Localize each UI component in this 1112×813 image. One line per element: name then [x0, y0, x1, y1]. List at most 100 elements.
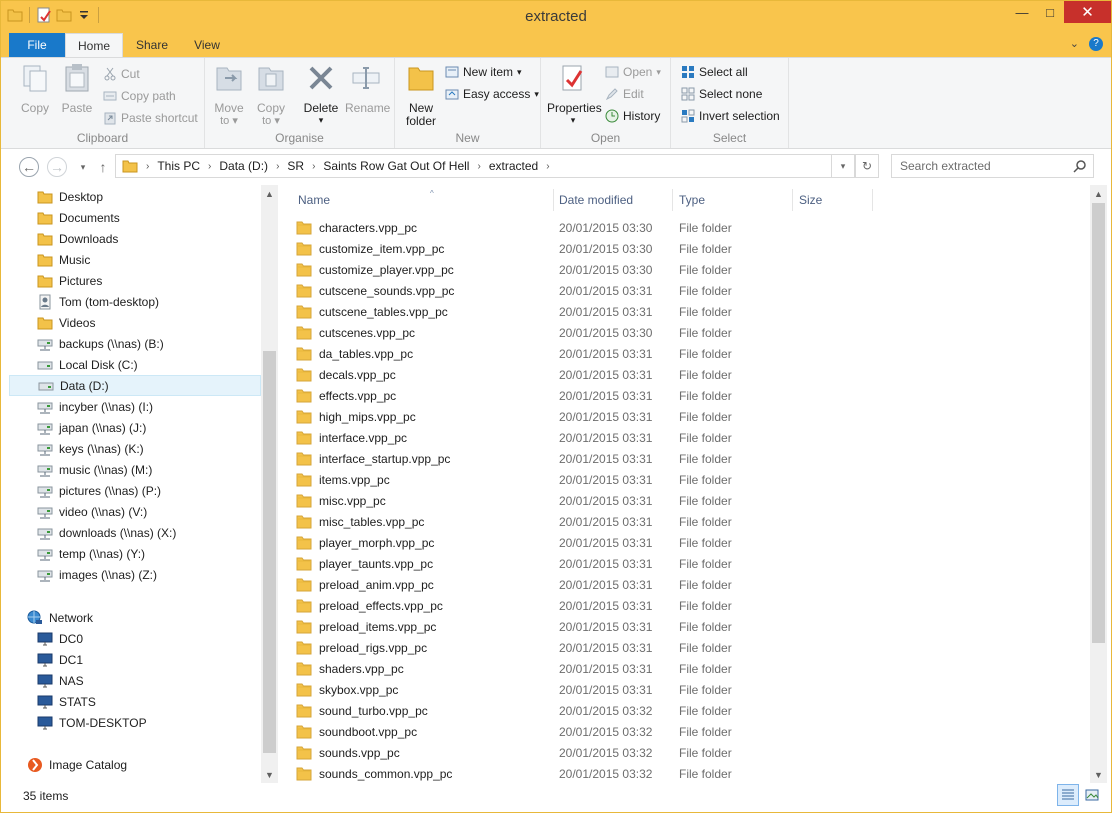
properties-button[interactable]: Properties ▾ [547, 62, 602, 125]
properties-dropdown-icon[interactable]: ▾ [547, 115, 599, 125]
cut-button[interactable]: Cut [103, 64, 140, 84]
up-button[interactable]: ↑ [93, 157, 113, 177]
nav-item-image-catalog[interactable]: Image Catalog [9, 754, 261, 775]
select-all-button[interactable]: Select all [681, 62, 748, 82]
column-header-size[interactable]: Size [793, 189, 873, 211]
tab-home[interactable]: Home [65, 33, 123, 57]
nav-item-computer[interactable]: NAS [9, 670, 261, 691]
breadcrumb-separator[interactable]: › [208, 161, 211, 172]
tab-share[interactable]: Share [125, 33, 179, 57]
nav-item[interactable]: Pictures [9, 270, 261, 291]
column-header-type[interactable]: Type [673, 189, 793, 211]
breadcrumb-data-d[interactable]: Data (D:) [219, 159, 268, 173]
help-icon[interactable]: ? [1089, 37, 1103, 51]
recent-locations-button[interactable]: ▾ [73, 157, 93, 177]
close-button[interactable]: ✕ [1064, 1, 1111, 23]
nav-item[interactable]: music (\\nas) (M:) [9, 459, 261, 480]
nav-item[interactable]: Documents [9, 207, 261, 228]
breadcrumb-sr[interactable]: SR [287, 159, 304, 173]
breadcrumb-separator[interactable]: › [546, 161, 549, 172]
file-row[interactable]: customize_item.vpp_pc 20/01/2015 03:30 Fil… [296, 238, 1056, 259]
file-row[interactable]: preload_items.vpp_pc 20/01/2015 03:31 File… [296, 616, 1056, 637]
nav-item[interactable]: Desktop [9, 186, 261, 207]
search-input[interactable]: Search extracted [891, 154, 1094, 178]
maximize-button[interactable]: □ [1036, 1, 1064, 23]
file-row[interactable]: sounds.vpp_pc 20/01/2015 03:32 File folder [296, 742, 1056, 763]
breadcrumb-separator[interactable]: › [146, 161, 149, 172]
scroll-down-icon[interactable]: ▼ [1090, 766, 1107, 783]
paste-button[interactable]: Paste [57, 62, 97, 115]
nav-item-computer[interactable]: DC0 [9, 628, 261, 649]
address-field[interactable]: › This PC › Data (D:) › SR › Saints Row … [115, 154, 855, 178]
nav-item[interactable]: Videos [9, 312, 261, 333]
delete-button[interactable]: Delete ▾ [301, 62, 341, 125]
refresh-button[interactable]: ↻ [855, 154, 879, 178]
breadcrumb-separator[interactable]: › [276, 161, 279, 172]
file-list-scroll-thumb[interactable] [1092, 203, 1105, 643]
nav-item[interactable]: Music [9, 249, 261, 270]
file-row[interactable]: soundboot.vpp_pc 20/01/2015 03:32 File fol… [296, 721, 1056, 742]
file-row[interactable]: misc.vpp_pc 20/01/2015 03:31 File folder [296, 490, 1056, 511]
nav-item[interactable]: keys (\\nas) (K:) [9, 438, 261, 459]
file-row[interactable]: preload_effects.vpp_pc 20/01/2015 03:31 Fi… [296, 595, 1056, 616]
file-row[interactable]: decals.vpp_pc 20/01/2015 03:31 File folder [296, 364, 1056, 385]
nav-item[interactable]: downloads (\\nas) (X:) [9, 522, 261, 543]
forward-button[interactable]: → [47, 157, 67, 177]
nav-item[interactable]: pictures (\\nas) (P:) [9, 480, 261, 501]
nav-item[interactable]: video (\\nas) (V:) [9, 501, 261, 522]
nav-item[interactable]: Tom (tom-desktop) [9, 291, 261, 312]
breadcrumb-separator[interactable]: › [312, 161, 315, 172]
large-icons-view-button[interactable] [1081, 784, 1103, 806]
nav-item[interactable]: backups (\\nas) (B:) [9, 333, 261, 354]
expand-ribbon-icon[interactable]: ⌄ [1070, 37, 1079, 51]
nav-scroll-thumb[interactable] [263, 351, 276, 753]
file-row[interactable]: shaders.vpp_pc 20/01/2015 03:31 File folde… [296, 658, 1056, 679]
scroll-down-icon[interactable]: ▼ [261, 766, 278, 783]
search-icon[interactable] [1073, 159, 1087, 173]
file-list-pane[interactable]: ^ Name Date modified Type Size character… [280, 183, 1111, 783]
open-button[interactable]: Open ▾ [605, 62, 661, 82]
nav-item-network[interactable]: Network [9, 607, 261, 628]
rename-button[interactable]: Rename [345, 62, 390, 115]
file-row[interactable]: high_mips.vpp_pc 20/01/2015 03:31 File fol… [296, 406, 1056, 427]
file-row[interactable]: da_tables.vpp_pc 20/01/2015 03:31 File fol… [296, 343, 1056, 364]
tab-view[interactable]: View [181, 33, 233, 57]
file-row[interactable]: misc_tables.vpp_pc 20/01/2015 03:31 File f… [296, 511, 1056, 532]
file-row[interactable]: cutscene_tables.vpp_pc 20/01/2015 03:31 Fi… [296, 301, 1056, 322]
edit-button[interactable]: Edit [605, 84, 644, 104]
new-item-button[interactable]: New item ▾ [445, 62, 522, 82]
file-row[interactable]: cutscene_sounds.vpp_pc 20/01/2015 03:31 Fi… [296, 280, 1056, 301]
file-row[interactable]: sounds_common.vpp_pc 20/01/2015 03:32 File… [296, 763, 1056, 784]
delete-dropdown-icon[interactable]: ▾ [301, 115, 341, 125]
nav-item[interactable]: incyber (\\nas) (I:) [9, 396, 261, 417]
file-row[interactable]: customize_player.vpp_pc 20/01/2015 03:30 F… [296, 259, 1056, 280]
nav-item[interactable]: Downloads [9, 228, 261, 249]
file-list-scrollbar[interactable]: ▲ ▼ [1090, 185, 1107, 783]
nav-scrollbar[interactable]: ▲ ▼ [261, 185, 278, 783]
column-header-name[interactable]: ^ Name [292, 189, 554, 211]
navigation-pane[interactable]: Desktop Documents Downloads Music Pictures To… [1, 183, 279, 783]
scroll-up-icon[interactable]: ▲ [1090, 185, 1107, 202]
file-row[interactable]: sound_turbo.vpp_pc 20/01/2015 03:32 File f… [296, 700, 1056, 721]
nav-item[interactable]: Local Disk (C:) [9, 354, 261, 375]
file-row[interactable]: interface.vpp_pc 20/01/2015 03:31 File fol… [296, 427, 1056, 448]
nav-item[interactable]: Data (D:) [9, 375, 261, 396]
breadcrumb-this-pc[interactable]: This PC [157, 159, 200, 173]
minimize-button[interactable]: — [1008, 1, 1036, 23]
move-to-button[interactable]: Move to ▾ [209, 62, 249, 127]
nav-item[interactable]: japan (\\nas) (J:) [9, 417, 261, 438]
copy-to-button[interactable]: Copy to ▾ [251, 62, 291, 127]
file-row[interactable]: cutscenes.vpp_pc 20/01/2015 03:30 File fol… [296, 322, 1056, 343]
nav-item-computer[interactable]: DC1 [9, 649, 261, 670]
file-row[interactable]: characters.vpp_pc 20/01/2015 03:30 File fo… [296, 217, 1056, 238]
history-button[interactable]: History [605, 106, 660, 126]
new-folder-button[interactable]: New folder [401, 62, 441, 127]
paste-shortcut-button[interactable]: Paste shortcut [103, 108, 198, 128]
nav-item-computer[interactable]: TOM-DESKTOP [9, 712, 261, 733]
file-row[interactable]: interface_startup.vpp_pc 20/01/2015 03:31… [296, 448, 1056, 469]
file-row[interactable]: skybox.vpp_pc 20/01/2015 03:31 File folder [296, 679, 1056, 700]
back-button[interactable]: ← [19, 157, 39, 177]
copy-button[interactable]: Copy [15, 62, 55, 115]
breadcrumb-extracted[interactable]: extracted [489, 159, 538, 173]
select-none-button[interactable]: Select none [681, 84, 762, 104]
